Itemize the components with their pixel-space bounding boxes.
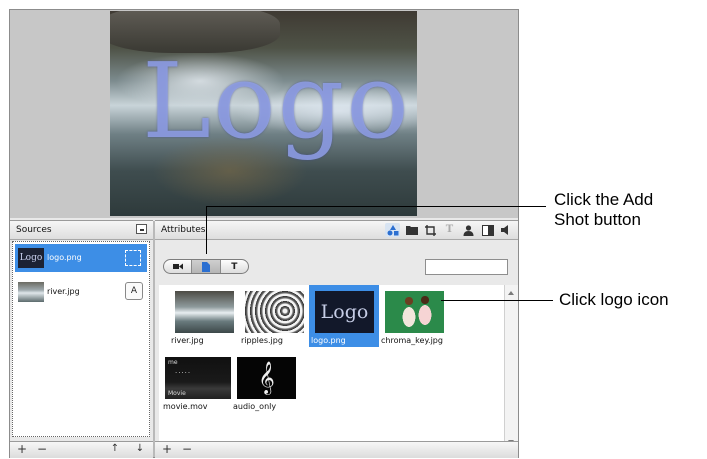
callout-add-shot-line2: Shot button: [554, 210, 641, 230]
shot-thumb-logo-text: Logo: [320, 301, 369, 323]
shot-thumb-ripples: [245, 291, 304, 333]
shot-thumb-logo: Logo: [315, 291, 374, 333]
person-icon[interactable]: [461, 223, 476, 237]
attributes-header: Attributes T: [155, 220, 518, 240]
callout-logo: Click logo icon: [559, 290, 669, 310]
folder-icon[interactable]: [404, 223, 419, 237]
shot-label: chroma_key.jpg: [381, 336, 443, 345]
shot-thumb-movie: me ····· Movie: [165, 357, 231, 399]
source-item-logo[interactable]: Logo logo.png: [15, 244, 147, 272]
move-up-button[interactable]: ↑: [107, 442, 123, 456]
source-thumb-logo-text: Logo: [19, 253, 43, 263]
sources-list: Logo logo.png river.jpg A: [12, 241, 150, 437]
source-item-label: logo.png: [47, 253, 82, 262]
attributes-bottom-bar: + −: [155, 441, 518, 458]
shot-movie[interactable]: me ····· Movie movie.mov: [161, 353, 231, 413]
scroll-up-icon[interactable]: [508, 291, 514, 295]
attributes-header-label: Attributes: [161, 225, 206, 235]
preview-logo-overlay: Logo: [142, 40, 411, 162]
source-placeholder-button[interactable]: [125, 250, 141, 266]
crop-icon[interactable]: [423, 223, 438, 237]
shot-audio-only[interactable]: 𝄞 audio_only: [231, 353, 301, 413]
shot-label: ripples.jpg: [241, 336, 283, 345]
shot-river[interactable]: river.jpg: [169, 287, 239, 347]
shot-logo[interactable]: Logo logo.png: [309, 285, 379, 347]
source-thumb-river: [18, 282, 44, 302]
attributes-area: T river.jpg ripples.jpg Logo logo.png ch…: [155, 241, 518, 451]
text-attribute-button[interactable]: A: [125, 282, 143, 300]
sources-bottom-bar: + − ↑ ↓: [10, 441, 153, 458]
movie-overlay-mark: me: [168, 359, 178, 366]
add-source-button[interactable]: +: [14, 442, 30, 456]
movie-thumb-label: Movie: [168, 390, 186, 397]
shot-chroma-key[interactable]: chroma_key.jpg: [379, 287, 449, 347]
shot-label: river.jpg: [171, 336, 204, 345]
app-window: Logo Sources Attributes T Logo logo.png …: [9, 9, 519, 458]
shot-label: logo.png: [311, 336, 346, 345]
shot-thumb-chroma-key: [385, 291, 444, 333]
split-icon[interactable]: [480, 223, 495, 237]
text-shot-tab[interactable]: T: [219, 260, 248, 273]
callout-add-shot-line1: Click the Add: [554, 190, 654, 209]
shots-scrollbar[interactable]: [504, 285, 518, 450]
shot-ripples[interactable]: ripples.jpg: [239, 287, 309, 347]
shot-label: audio_only: [233, 402, 277, 411]
callout-leader-add-shot: [206, 206, 207, 254]
speaker-icon[interactable]: [499, 223, 514, 237]
treble-clef-icon: 𝄞: [258, 361, 275, 394]
source-item-label: river.jpg: [47, 287, 80, 296]
callout-add-shot: Click the Add Shot button: [554, 190, 653, 231]
preview-video: Logo: [110, 11, 417, 216]
shot-type-selector: T: [163, 259, 249, 274]
sources-header-label: Sources: [16, 225, 52, 235]
move-down-button[interactable]: ↓: [132, 442, 148, 456]
source-thumb-logo: Logo: [18, 248, 44, 268]
shot-thumb-river: [175, 291, 234, 333]
preview-area: Logo: [10, 10, 518, 218]
movie-overlay-title: ·····: [175, 369, 192, 377]
callout-line-add-shot: [206, 206, 546, 207]
text-icon[interactable]: T: [442, 223, 457, 237]
shot-label: movie.mov: [163, 402, 208, 411]
search-input[interactable]: [425, 259, 508, 275]
add-shot-button[interactable]: [191, 260, 220, 273]
source-item-river[interactable]: river.jpg A: [15, 278, 147, 306]
add-shot-plus-button[interactable]: +: [159, 442, 175, 456]
video-shot-tab[interactable]: [164, 260, 191, 273]
sources-header: Sources: [10, 220, 153, 240]
attributes-toolbar: T: [385, 223, 514, 237]
remove-shot-button[interactable]: −: [179, 442, 195, 456]
callout-line-logo: [441, 300, 553, 301]
remove-source-button[interactable]: −: [34, 442, 50, 456]
callout-logo-line1: Click logo icon: [559, 290, 669, 309]
shot-thumb-audio: 𝄞: [237, 357, 296, 399]
shots-grid: river.jpg ripples.jpg Logo logo.png chro…: [159, 285, 504, 450]
shapes-icon[interactable]: [385, 223, 400, 237]
sources-menu-button[interactable]: [136, 224, 147, 234]
